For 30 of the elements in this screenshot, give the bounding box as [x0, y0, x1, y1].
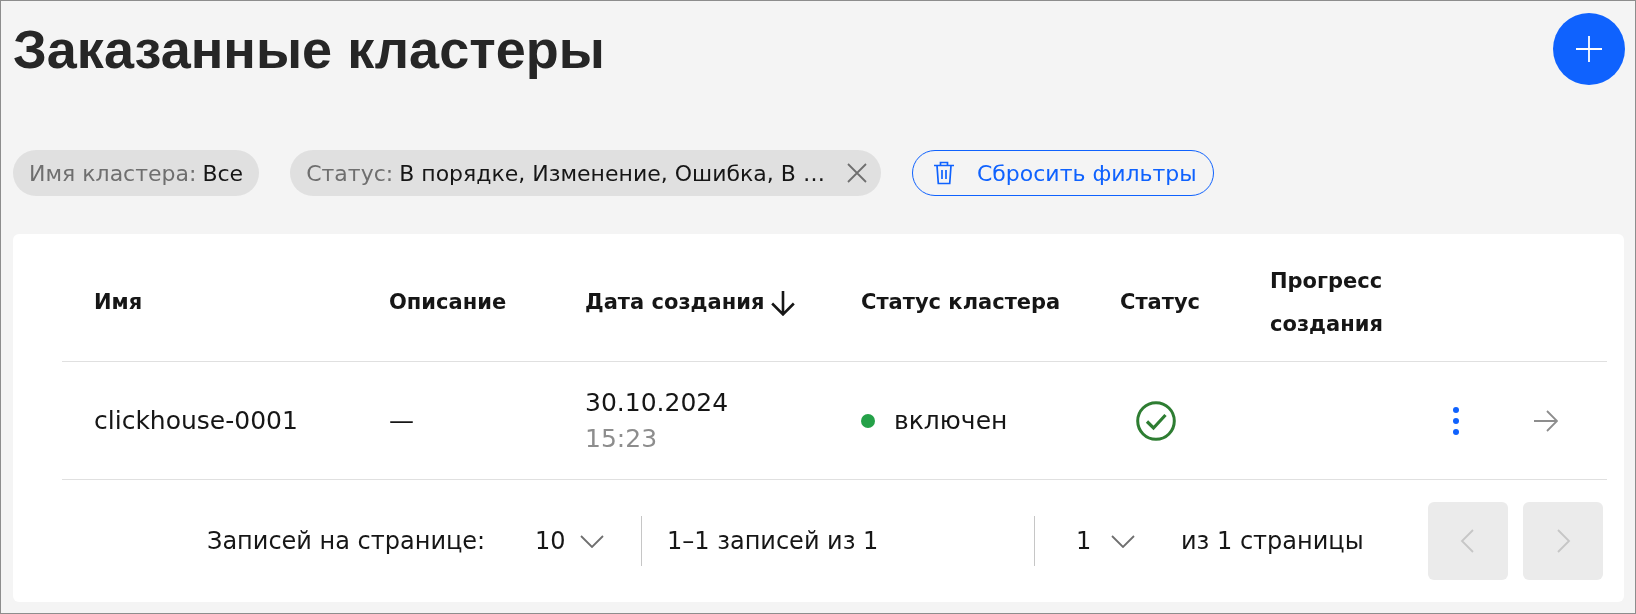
trash-icon [932, 161, 955, 185]
more-options-icon[interactable] [1453, 406, 1459, 435]
column-header[interactable]: Статус кластера [861, 281, 1061, 324]
chevron-down-icon [579, 534, 604, 548]
filter-label: Статус: [306, 159, 394, 188]
table-cell-text: clickhouse-0001 [94, 404, 298, 437]
column-header[interactable]: Описание [389, 281, 507, 324]
per-page-select[interactable]: 10 [535, 523, 604, 559]
range-text: 1–1 записей из 1 [667, 526, 879, 557]
filter-value: В порядке, Изменение, Ошибка, В … [399, 159, 825, 188]
filter-chip[interactable]: Статус: В порядке, Изменение, Ошибка, В … [290, 150, 881, 196]
column-header[interactable]: Прогресс создания [1270, 259, 1420, 346]
chevron-down-icon [1111, 534, 1136, 548]
total-pages-text: из 1 страницы [1181, 526, 1364, 557]
table-cell-text: — [389, 404, 414, 437]
page-title: Заказанные кластеры [13, 18, 605, 81]
page-select[interactable]: 1 [1076, 523, 1136, 559]
status-text: включен [894, 404, 1008, 437]
column-header[interactable]: Дата создания [585, 281, 765, 324]
filter-value: Все [202, 159, 244, 188]
plus-icon [1576, 36, 1602, 62]
per-page-label: Записей на странице: [207, 526, 486, 557]
filter-label: Имя кластера: [29, 159, 197, 188]
time-text: 15:23 [585, 422, 658, 455]
arrow-right-icon[interactable] [1534, 408, 1558, 433]
date-text: 30.10.2024 [585, 386, 729, 419]
column-header[interactable]: Статус [1120, 281, 1201, 324]
filter-chip[interactable]: Имя кластера: Все [13, 150, 260, 196]
close-icon[interactable] [846, 163, 867, 183]
column-header[interactable]: Имя [94, 281, 143, 324]
